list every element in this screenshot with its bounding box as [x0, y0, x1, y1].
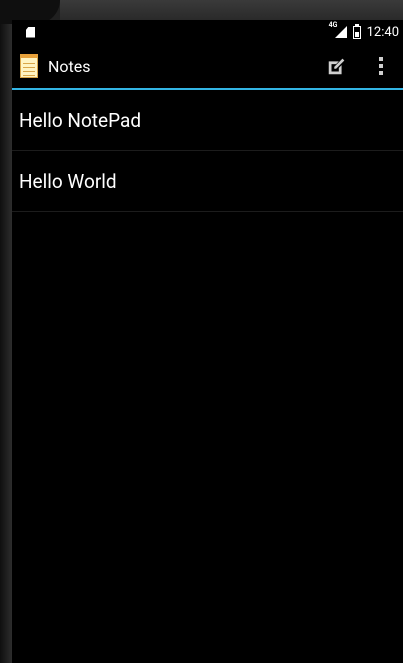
battery-icon [352, 23, 361, 39]
status-time: 12:40 [366, 24, 399, 40]
app-screen: 4G 12:40 Notes Hello NotePad Hello World [12, 20, 403, 663]
overflow-menu-icon [379, 56, 383, 77]
device-bezel-left [0, 20, 12, 663]
device-bezel-top [60, 0, 403, 20]
note-title: Hello World [19, 169, 117, 193]
new-note-icon [328, 58, 345, 75]
device-frame: 4G 12:40 Notes Hello NotePad Hello World [0, 0, 403, 663]
signal-icon: 4G [329, 21, 347, 38]
action-bar: Notes [12, 44, 403, 90]
note-title: Hello NotePad [19, 108, 142, 132]
new-note-button[interactable] [315, 44, 359, 88]
notepad-app-icon[interactable] [20, 54, 38, 78]
action-bar-title: Notes [48, 56, 91, 76]
list-item[interactable]: Hello World [12, 151, 403, 212]
status-bar: 4G 12:40 [12, 20, 403, 44]
overflow-menu-button[interactable] [359, 44, 403, 88]
sd-card-icon [26, 26, 35, 38]
notes-list: Hello NotePad Hello World [12, 90, 403, 212]
list-item[interactable]: Hello NotePad [12, 90, 403, 151]
